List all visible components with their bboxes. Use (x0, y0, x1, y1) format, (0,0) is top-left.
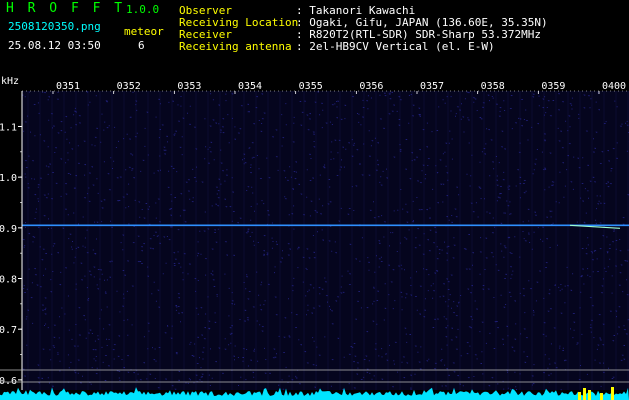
power-peak-4 (611, 387, 614, 400)
spectrogram-background (22, 91, 629, 390)
spectrogram: 1.1 1.0 0.9 0.8 0.7 0.6 kHz 0351 0352 0353 0354 035… (0, 76, 629, 400)
x-tick-label-5: 0356 (359, 81, 383, 92)
meteor-label: meteor (124, 25, 164, 38)
antenna-label: Receiving antenna (179, 40, 292, 53)
filename: 2508120350.png (8, 20, 101, 33)
x-tick-label-1: 0352 (117, 81, 141, 92)
power-peak-0 (578, 392, 581, 400)
y-tick-label-0: 1.1 (0, 122, 17, 133)
y-tick-label-1: 1.0 (0, 173, 17, 184)
x-tick-label-0: 0351 (56, 81, 80, 92)
y-tick-label-4: 0.7 (0, 325, 17, 336)
datetime: 25.08.12 03:50 (8, 39, 101, 52)
x-tick-label-8: 0359 (541, 81, 565, 92)
x-tick-label-9: 0400 (602, 81, 626, 92)
x-tick-label-4: 0355 (299, 81, 323, 92)
app-version: 1.0.0 (126, 3, 160, 16)
x-tick-label-7: 0358 (481, 81, 505, 92)
power-peak-2 (588, 390, 591, 400)
power-peak-3 (600, 393, 603, 400)
y-tick-label-2: 0.9 (0, 224, 17, 235)
y-tick-label-5: 0.6 (0, 376, 17, 387)
y-axis-label: kHz (1, 76, 19, 87)
x-tick-label-3: 0354 (238, 81, 262, 92)
x-tick-label-6: 0357 (420, 81, 444, 92)
y-tick-label-3: 0.8 (0, 275, 17, 286)
power-peak-1 (583, 388, 586, 400)
meteor-count: 6 (138, 39, 145, 52)
antenna-value: : 2el-HB9CV Vertical (el. E-W) (296, 40, 495, 53)
x-tick-label-2: 0353 (177, 81, 201, 92)
app-name: H R O F F T (6, 1, 126, 16)
